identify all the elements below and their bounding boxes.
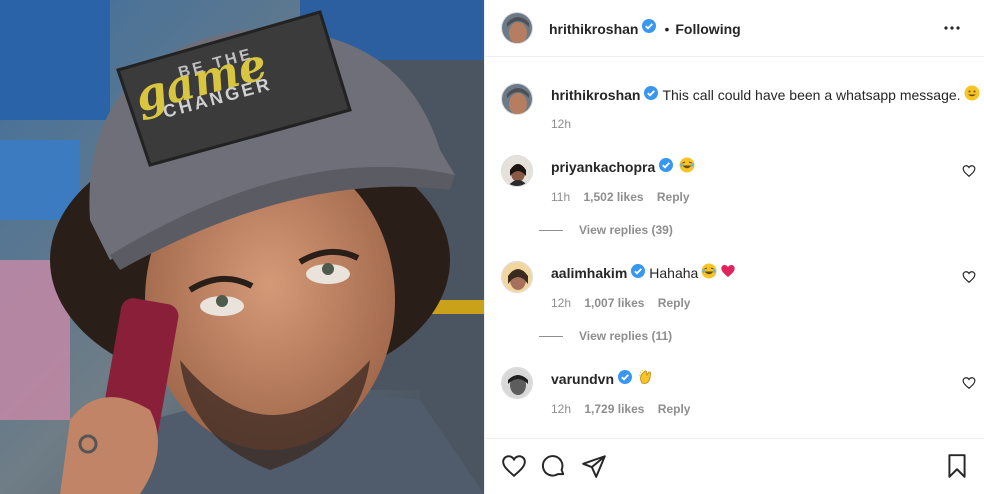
view-replies-label: View replies (11) [579,329,673,343]
heart-icon[interactable] [962,270,976,284]
view-replies-line [539,335,563,337]
caption-text: This call could have been a whatsapp mes… [662,86,961,103]
post-photo-illustration: BE THE game CHANGER [0,0,484,494]
more-options-icon[interactable] [942,18,962,38]
comment-avatar-image [502,368,532,398]
view-replies-label: View replies (39) [579,223,673,237]
view-replies-line [539,229,563,231]
grinning-emoji-icon [964,85,980,104]
comment-reply-button[interactable]: Reply [658,296,691,310]
heart-icon[interactable] [962,164,976,178]
heart-icon[interactable] [501,453,527,479]
comment-reply-button[interactable]: Reply [657,190,690,204]
bookmark-icon[interactable] [944,453,970,479]
comment-likes[interactable]: 1,502 likes [583,190,643,204]
comment-username[interactable]: varundvn [551,371,614,387]
verified-badge-icon [631,264,646,281]
comment-time[interactable]: 11h [551,190,570,204]
clapping-emoji-icon [638,369,654,388]
caption-avatar-image [502,84,532,114]
post-panel: hrithikroshan • Following hrithikroshan … [484,0,984,494]
caption-timestamp[interactable]: 12h [551,117,571,131]
comment-avatar[interactable] [501,261,533,293]
view-replies-button[interactable]: View replies (39) [539,223,673,237]
action-bar [485,438,984,494]
post-header: hrithikroshan • Following [485,0,984,57]
verified-badge-icon [642,19,657,38]
comment-likes[interactable]: 1,007 likes [584,296,644,310]
comment-text: Hahaha [649,264,699,281]
red-heart-emoji-icon [720,263,736,282]
comment-avatar[interactable] [501,367,533,399]
comment-username[interactable]: aalimhakim [551,265,627,281]
author-username[interactable]: hrithikroshan [549,21,638,37]
caption-time: 12h [551,117,581,131]
author-avatar-image [502,13,532,43]
comment-likes[interactable]: 1,729 likes [584,402,644,416]
comment-time[interactable]: 12h [551,402,571,416]
following-button[interactable]: Following [675,21,740,37]
heart-icon[interactable] [962,376,976,390]
comment-reply-button[interactable]: Reply [658,402,691,416]
post-photo[interactable]: BE THE game CHANGER [0,0,484,494]
caption-username[interactable]: hrithikroshan [551,87,640,103]
verified-badge-icon [618,370,633,387]
comment-avatar-image [502,156,532,186]
share-icon[interactable] [581,453,607,479]
verified-badge-icon [644,86,659,103]
comment-meta: 11h 1,502 likes Reply [551,190,700,204]
comment-avatar-image [502,262,532,292]
laughing-emoji-icon [679,157,695,176]
separator-dot: • [664,20,670,37]
comment-avatar[interactable] [501,155,533,187]
comment-meta: 12h 1,007 likes Reply [551,296,700,310]
comment-icon[interactable] [541,453,567,479]
laughing-emoji-icon [701,263,717,282]
caption-avatar[interactable] [501,83,533,115]
verified-badge-icon [659,158,674,175]
comment-username[interactable]: priyankachopra [551,159,655,175]
view-replies-button[interactable]: View replies (11) [539,329,672,343]
comment-time[interactable]: 12h [551,296,571,310]
comment-meta: 12h 1,729 likes Reply [551,402,700,416]
author-avatar[interactable] [501,12,533,44]
